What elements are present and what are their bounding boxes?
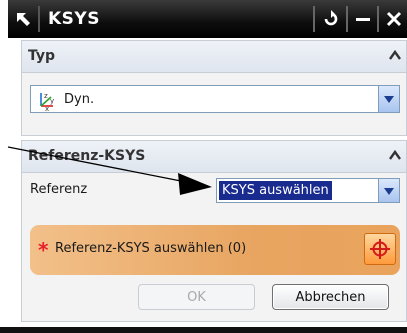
minimize-button[interactable] <box>351 6 375 32</box>
select-object-button[interactable] <box>364 233 396 265</box>
reset-icon <box>324 10 338 26</box>
typ-group: Typ z y x Dyn. <box>21 40 407 136</box>
crosshair-icon <box>370 239 390 259</box>
cancel-button[interactable]: Abbrechen <box>272 284 389 310</box>
svg-text:x: x <box>45 105 49 111</box>
title-separator <box>38 6 40 32</box>
reference-dropdown[interactable]: KSYS auswählen <box>216 178 400 203</box>
bottom-edge <box>0 327 407 333</box>
type-dropdown-value: Dyn. <box>64 91 95 107</box>
typ-group-title: Typ <box>28 48 56 64</box>
title-separator <box>313 6 315 32</box>
reference-csys-group-title: Referenz-KSYS <box>28 148 146 164</box>
reset-button[interactable] <box>318 6 344 32</box>
window-title: KSYS <box>48 9 100 29</box>
collapse-caret-icon[interactable] <box>388 148 402 162</box>
select-reference-csys-row[interactable]: * Referenz-KSYS auswählen (0) <box>30 225 400 275</box>
type-dropdown[interactable]: z y x Dyn. <box>30 85 400 113</box>
typ-group-header[interactable]: Typ <box>22 41 406 73</box>
ok-button[interactable]: OK <box>138 284 255 310</box>
csys-axes-icon: z y x <box>40 92 54 111</box>
svg-text:y: y <box>50 97 54 105</box>
reference-csys-group-header[interactable]: Referenz-KSYS <box>22 141 406 173</box>
reference-dropdown-value: KSYS auswählen <box>219 181 332 200</box>
title-separator <box>346 6 348 32</box>
select-reference-csys-label: Referenz-KSYS auswählen (0) <box>55 241 247 256</box>
select-arrow-icon[interactable] <box>14 10 34 30</box>
close-icon <box>386 11 402 27</box>
required-marker: * <box>38 238 49 262</box>
reference-dropdown-arrow[interactable] <box>378 179 399 202</box>
minimize-icon <box>356 18 370 21</box>
ksys-dialog: KSYS Typ z y x Dyn. Referenz-KSYS Refere… <box>0 0 407 333</box>
reference-label: Referenz <box>30 182 88 197</box>
collapse-caret-icon[interactable] <box>388 48 402 62</box>
title-bar: KSYS <box>8 0 407 38</box>
chevron-down-icon <box>384 187 394 195</box>
svg-text:z: z <box>44 92 48 100</box>
title-separator <box>377 6 379 32</box>
type-dropdown-arrow[interactable] <box>378 86 399 112</box>
close-button[interactable] <box>382 6 406 32</box>
chevron-down-icon <box>384 96 394 103</box>
reference-csys-group: Referenz-KSYS Referenz KSYS auswählen * … <box>21 140 407 322</box>
